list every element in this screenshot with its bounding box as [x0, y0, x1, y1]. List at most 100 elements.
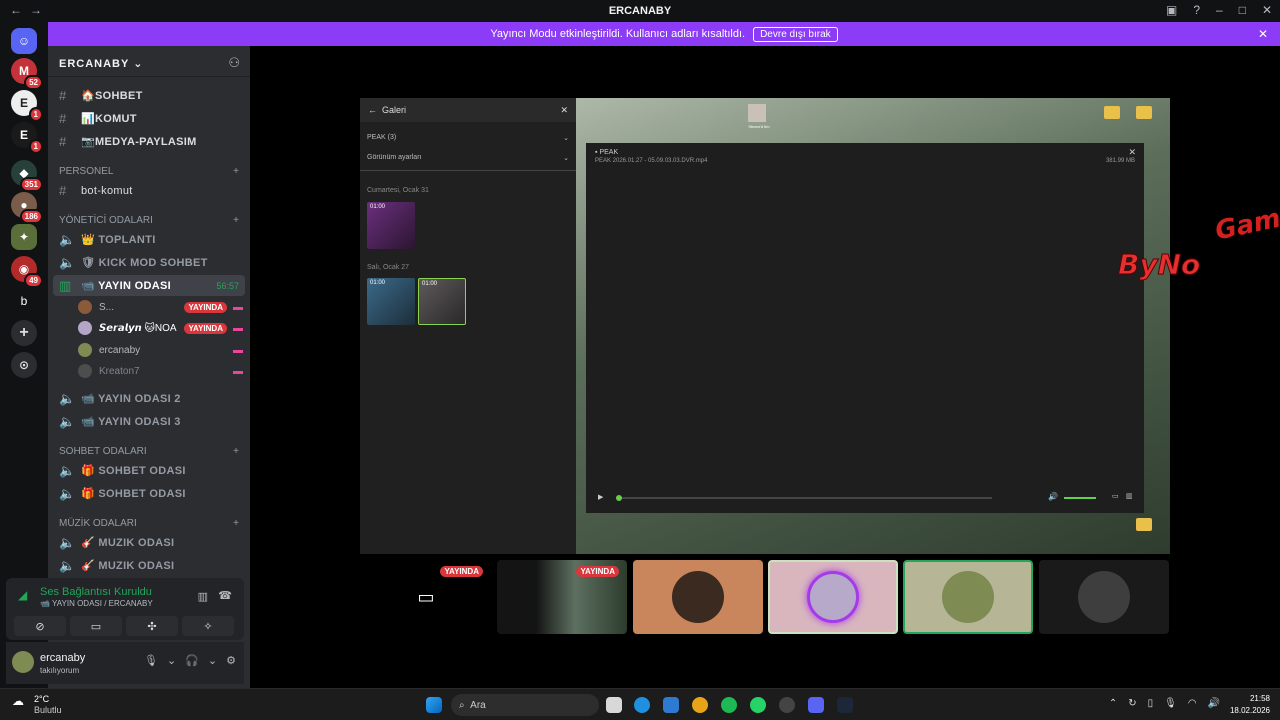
close-banner-icon[interactable]: ✕ — [1258, 27, 1268, 41]
chrome-icon[interactable] — [692, 697, 708, 713]
guild-name[interactable]: ERCANABY ⌄ — [59, 57, 143, 70]
channel-komut[interactable]: # 📊KOMUT — [53, 108, 245, 129]
voice-channel-path[interactable]: 📹 YAYIN ODASI / ERCANABY — [40, 599, 153, 608]
participant-tile[interactable]: YAYINDA — [497, 560, 627, 634]
view-settings[interactable]: Görünüm ayarları ⌄ — [360, 154, 576, 171]
close-icon[interactable]: ✕ — [560, 105, 568, 116]
voice-channel[interactable]: 🔈 📹 YAYIN ODASI 3 — [53, 411, 245, 432]
chevron-up-icon[interactable]: ⌃ — [1109, 698, 1117, 709]
play-icon[interactable]: ▶ — [598, 493, 603, 501]
back-icon[interactable]: ← — [368, 105, 377, 115]
discord-home-icon[interactable]: ☺ — [11, 28, 37, 54]
server-icon[interactable]: b — [11, 288, 37, 314]
voice-channel[interactable]: 🔈 🛡 KICK MOD SOHBET — [53, 252, 245, 273]
category-muzik[interactable]: MÜZİK ODALARI + — [59, 518, 239, 529]
headphones-icon[interactable]: 🎧 — [185, 654, 199, 667]
disconnect-icon[interactable]: ☎ — [218, 589, 232, 602]
help-icon[interactable]: ? — [1193, 3, 1200, 17]
windows-start-icon[interactable] — [426, 697, 442, 713]
video-player[interactable]: ▪ PEAK PEAK 2026.01.27 - 05.09.03.03.DVR… — [586, 143, 1144, 513]
close-icon[interactable]: ✕ — [1262, 3, 1272, 17]
steam-icon[interactable] — [837, 697, 853, 713]
voice-user[interactable]: Kreaton7 ▬ — [78, 361, 243, 381]
server-icon[interactable]: M 52 — [11, 58, 43, 90]
file-manager-icon[interactable] — [606, 697, 622, 713]
signal-icon[interactable]: ◢ — [18, 588, 27, 602]
voice-channel[interactable]: 🔈 🎸 MUZIK ODASI — [53, 532, 245, 553]
clip-thumbnail[interactable]: 01:00 — [367, 202, 415, 249]
voice-channel[interactable]: 🔈 🎸 MUZIK ODASI — [53, 555, 245, 576]
voice-channel[interactable]: 🔈 🎁 SOHBET ODASI — [53, 483, 245, 504]
volume-icon[interactable]: 🔊 — [1208, 698, 1220, 709]
seek-bar[interactable] — [616, 495, 992, 501]
gallery-filter[interactable]: PEAK (3) ⌄ — [360, 134, 576, 142]
edge-icon[interactable] — [634, 697, 650, 713]
voice-user[interactable]: ercanaby ▬ — [78, 340, 243, 360]
soundboard-button[interactable]: ✧ — [182, 616, 234, 636]
spotify-icon[interactable] — [721, 697, 737, 713]
clip-thumbnail[interactable]: 01:00 — [367, 278, 415, 325]
add-channel-icon[interactable]: + — [233, 166, 239, 177]
add-server-icon[interactable]: + — [11, 320, 37, 346]
channel-sohbet[interactable]: # 🏠SOHBET — [53, 85, 245, 106]
voice-user[interactable]: 𝙎𝙚𝙧𝙖𝙡𝙮𝙣 🐱NOA YAYINDA ▬ — [78, 318, 243, 338]
microphone-icon[interactable]: 🎙 — [1164, 698, 1177, 709]
server-icon[interactable]: ◉ 49 — [11, 256, 43, 288]
participant-tile[interactable] — [1039, 560, 1169, 634]
participant-tile[interactable] — [768, 560, 898, 634]
search-box[interactable]: ⌕ Ara — [451, 694, 599, 716]
app-icon[interactable] — [779, 697, 795, 713]
weather-widget[interactable]: ☁ 2°C Bulutlu — [12, 694, 62, 715]
maximize-icon[interactable]: □ — [1239, 3, 1246, 17]
participant-tile[interactable] — [903, 560, 1033, 634]
volume-icon[interactable]: 🔊 — [1048, 492, 1058, 501]
camera-button[interactable]: ⊘ — [14, 616, 66, 636]
add-channel-icon[interactable]: + — [233, 518, 239, 529]
participant-tile[interactable]: YAYINDA ▭ — [361, 560, 491, 634]
wifi-icon[interactable]: ◠ — [1188, 698, 1197, 709]
voice-channel[interactable]: 🔈 🎁 SOHBET ODASI — [53, 460, 245, 481]
avatar[interactable] — [12, 651, 34, 673]
server-icon[interactable]: ◆ 351 — [11, 160, 43, 192]
server-icon[interactable]: ● 186 — [11, 192, 43, 224]
trash-icon[interactable]: ▥ — [1126, 492, 1133, 500]
activities-button[interactable]: ✣ — [126, 616, 178, 636]
volume-slider[interactable] — [1064, 497, 1096, 499]
clip-thumbnail-selected[interactable]: 01:00 — [418, 278, 466, 325]
add-channel-icon[interactable]: + — [233, 215, 239, 226]
discover-icon[interactable]: ⊙ — [11, 352, 37, 378]
category-yonetici[interactable]: YÖNETİCİ ODALARI + — [59, 215, 239, 226]
channel-bot-komut[interactable]: # bot-komut — [53, 180, 245, 201]
category-personel[interactable]: PERSONEL + — [59, 166, 239, 177]
folder-icon[interactable]: ▭ — [1112, 492, 1119, 500]
discord-icon[interactable] — [808, 697, 824, 713]
voice-channel-active[interactable]: ▥ 📹 YAYIN ODASI 56:57 — [53, 275, 245, 296]
seek-handle[interactable] — [616, 495, 622, 501]
voice-channel[interactable]: 🔈 👑 TOPLANTI — [53, 229, 245, 250]
voice-channel[interactable]: 🔈 📹 YAYIN ODASI 2 — [53, 388, 245, 409]
close-icon[interactable]: ✕ — [1128, 147, 1136, 158]
server-icon[interactable]: ✦ — [11, 224, 37, 250]
disable-button[interactable]: Devre dışı bırak — [753, 26, 838, 42]
chevron-down-icon[interactable]: ⌄ — [167, 654, 176, 667]
inbox-icon[interactable]: ▣ — [1166, 3, 1177, 17]
noise-suppression-icon[interactable]: ▥ — [198, 590, 208, 603]
store-icon[interactable] — [663, 697, 679, 713]
server-icon[interactable]: E1 — [11, 90, 43, 122]
whatsapp-icon[interactable] — [750, 697, 766, 713]
sync-icon[interactable]: ↻ — [1128, 698, 1136, 709]
usb-icon[interactable]: ▯ — [1148, 698, 1154, 709]
add-channel-icon[interactable]: + — [233, 446, 239, 457]
channel-medya[interactable]: # 📷MEDYA-PAYLASIM — [53, 131, 245, 152]
voice-status[interactable]: Ses Bağlantısı Kuruldu — [40, 586, 152, 598]
username[interactable]: ercanaby — [40, 652, 85, 664]
stream-view[interactable]: Steam'd Itm ← Galeri ✕ PEAK (3) ⌄ Görünüm … — [360, 98, 1170, 554]
server-icon[interactable]: E1 — [11, 122, 43, 154]
participant-tile[interactable] — [633, 560, 763, 634]
minimize-icon[interactable]: – — [1216, 3, 1223, 17]
category-sohbet[interactable]: SOHBET ODALARI + — [59, 446, 239, 457]
microphone-icon[interactable]: 🎙 — [144, 654, 158, 667]
chevron-down-icon[interactable]: ⌄ — [208, 654, 217, 667]
screen-share-button[interactable]: ▭ — [70, 616, 122, 636]
settings-gear-icon[interactable]: ⚙ — [226, 654, 236, 667]
